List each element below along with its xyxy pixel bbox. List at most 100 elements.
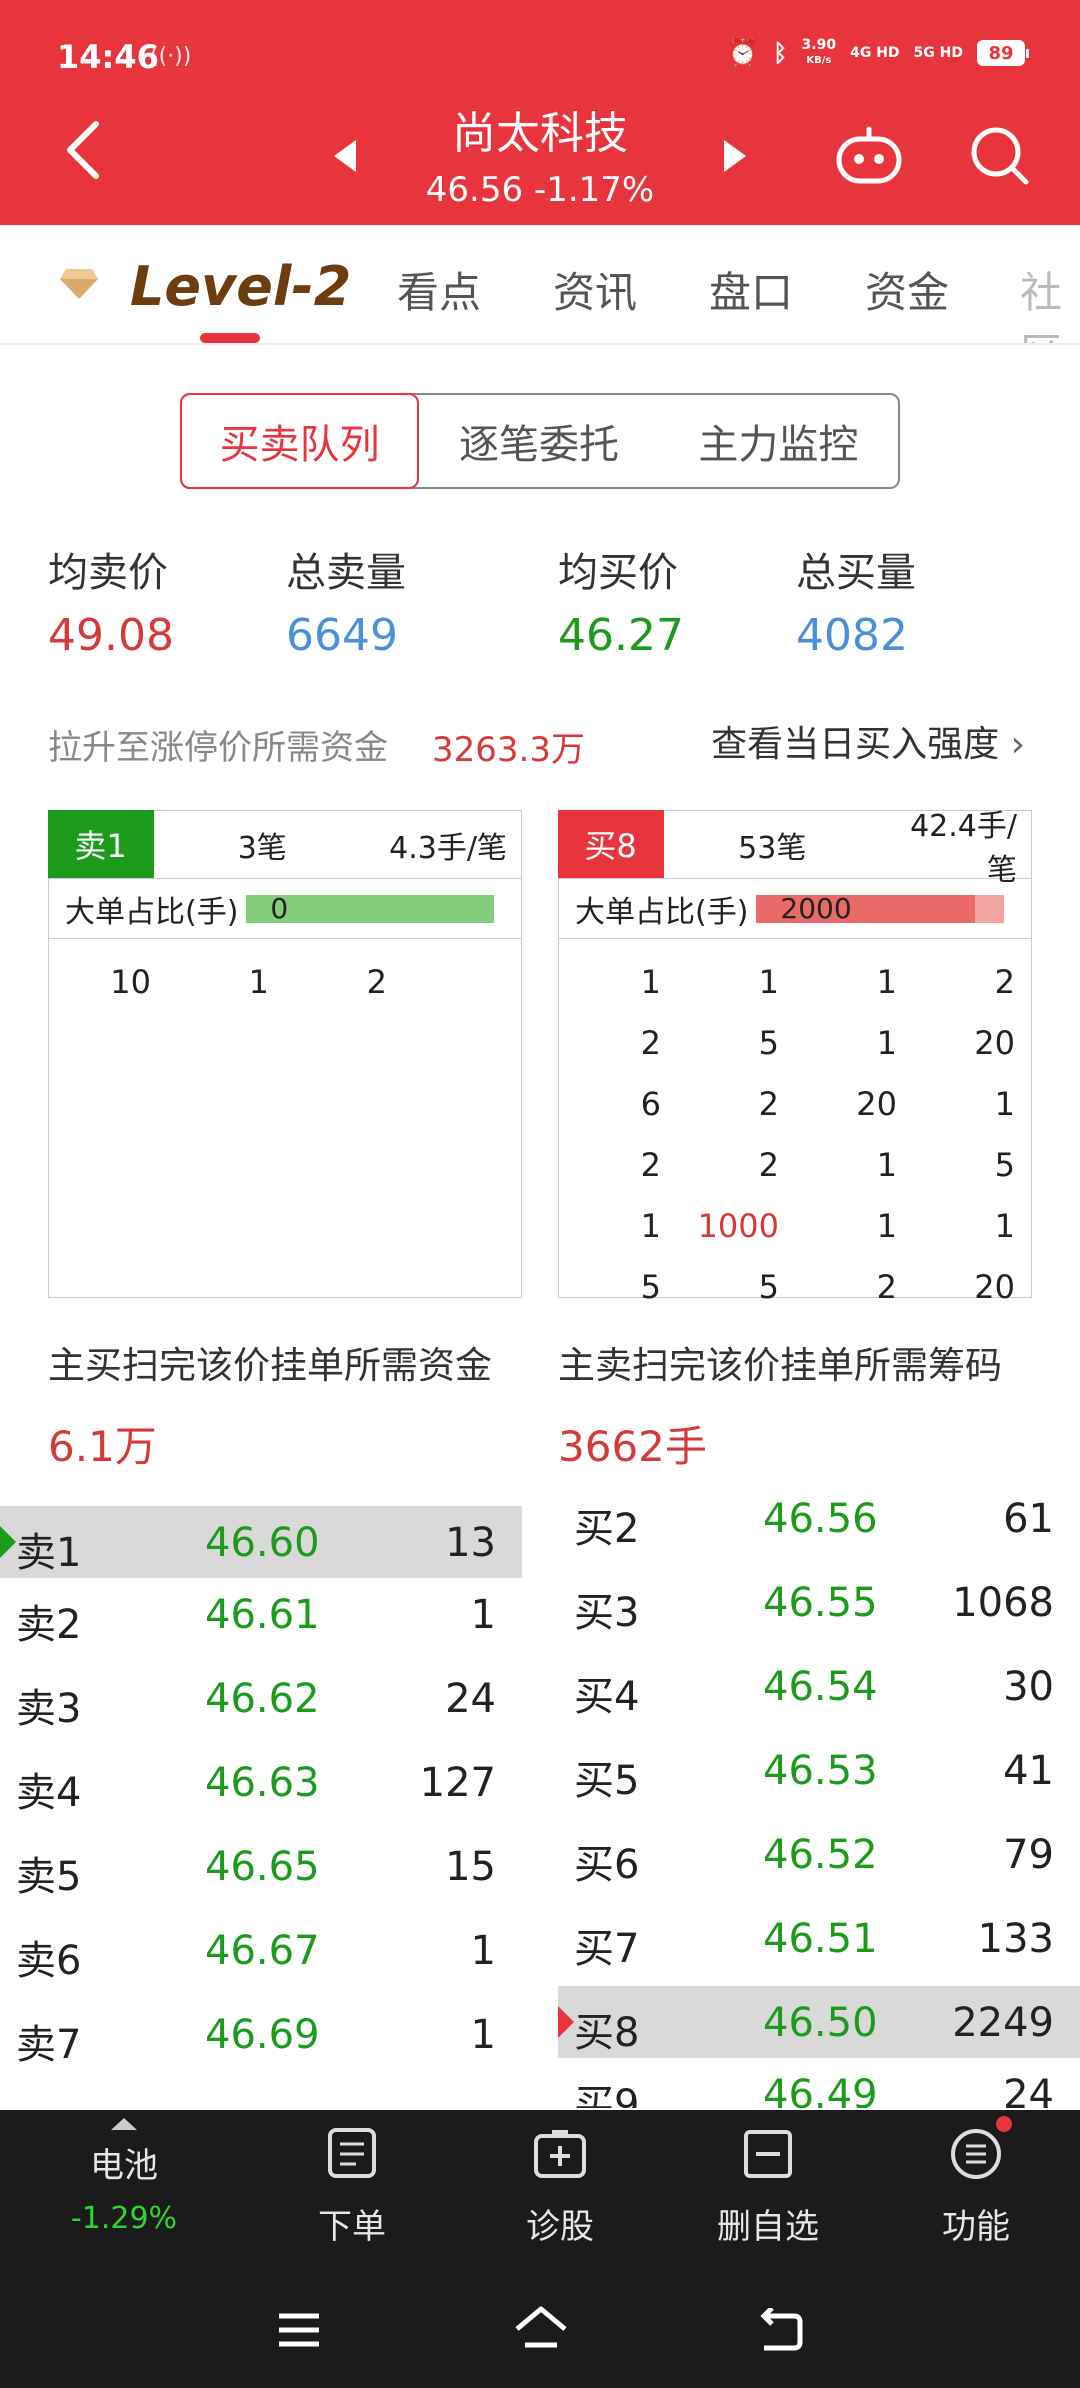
bid-row[interactable]: 买9 46.49 24 <box>558 2058 1080 2108</box>
bid-label: 买5 <box>574 1758 640 1804</box>
sell-queue-avg: 4.3手/笔 <box>389 830 507 866</box>
ask-volume: 24 <box>445 1676 496 1722</box>
avg-buy-value: 46.27 <box>558 610 684 661</box>
back-nav-icon[interactable] <box>756 2308 804 2352</box>
ask-price: 46.61 <box>205 1592 320 1638</box>
ask-price: 46.65 <box>205 1844 320 1890</box>
ask-volume: 1 <box>470 1592 496 1638</box>
ask-price: 46.67 <box>205 1928 320 1974</box>
bid-price: 46.49 <box>763 2072 878 2108</box>
buy-queue-count: 53笔 <box>738 830 807 866</box>
buy-ratio-label: 大单占比(手) <box>575 894 749 930</box>
tab-highlights[interactable]: 看点 <box>397 259 481 320</box>
ask-price: 46.69 <box>205 2012 320 2058</box>
queue-order: 2 <box>758 1145 779 1184</box>
ask-row[interactable]: 卖6 46.67 1 <box>0 1914 522 1998</box>
status-icons: ⏰ ᛒ 3.90 KB/s 4G HD 5G HD 89 <box>726 37 1029 68</box>
bid-price: 46.52 <box>763 1832 878 1878</box>
limit-up-fund-label: 拉升至涨停价所需资金 <box>48 728 388 768</box>
segment-buy-sell-queue[interactable]: 买卖队列 <box>180 393 420 489</box>
bid-price: 46.56 <box>763 1496 878 1542</box>
remove-watchlist-button[interactable]: 删自选 <box>688 2128 848 2248</box>
buy-queue-row: 2 2 1 5 <box>559 1134 1031 1195</box>
total-buy-value: 4082 <box>796 610 908 661</box>
active-tab-indicator <box>200 333 260 343</box>
buy-queue-row: 5 5 2 20 <box>559 1256 1031 1317</box>
queue-order: 1 <box>758 962 779 1001</box>
bid-volume: 1068 <box>952 1580 1054 1626</box>
buy-sweep-fund-label: 主买扫完该价挂单所需资金 <box>48 1344 492 1387</box>
stock-name: 尚太科技 <box>452 108 628 159</box>
remove-icon <box>744 2130 792 2178</box>
ask-row[interactable]: 卖3 46.62 24 <box>0 1662 522 1746</box>
bid-row[interactable]: 买8 46.50 2249 <box>558 1986 1080 2058</box>
caret-up-icon <box>111 2118 137 2130</box>
header: 14:46 ((·)) ⏰ ᛒ 3.90 KB/s 4G HD 5G HD 89 … <box>0 0 1080 225</box>
sell-queue-tag: 卖1 <box>47 809 154 878</box>
bid-row[interactable]: 买7 46.51 133 <box>558 1902 1080 1986</box>
total-buy-label: 总买量 <box>796 550 916 596</box>
queue-order: 2 <box>758 1084 779 1123</box>
bid-label: 买4 <box>574 1674 640 1720</box>
ask-price: 46.63 <box>205 1760 320 1806</box>
queue-order: 10 <box>110 962 151 1001</box>
bid-volume: 24 <box>1003 2072 1054 2108</box>
buy-strength-link[interactable]: 查看当日买入强度 › <box>711 715 1025 767</box>
queue-order: 2 <box>876 1267 897 1306</box>
place-order-button[interactable]: 下单 <box>272 2128 432 2248</box>
diagnose-button[interactable]: 诊股 <box>480 2128 640 2248</box>
queue-order: 1 <box>994 1084 1015 1123</box>
ask-volume: 127 <box>419 1760 496 1806</box>
home-icon[interactable] <box>513 2305 569 2353</box>
bid-row[interactable]: 买2 46.56 61 <box>558 1482 1080 1566</box>
place-order-label: 下单 <box>318 2207 386 2247</box>
ask-label: 卖5 <box>16 1854 82 1900</box>
queue-order: 1 <box>876 1023 897 1062</box>
ask-row[interactable]: 卖4 46.63 127 <box>0 1746 522 1830</box>
queue-order: 1 <box>876 962 897 1001</box>
ask-volume: 1 <box>470 1928 496 1974</box>
queue-segment-control: 买卖队列 逐笔委托 主力监控 <box>180 393 900 489</box>
tab-level2[interactable]: Level-2 <box>130 255 351 318</box>
functions-label: 功能 <box>942 2207 1010 2247</box>
net-speed: 3.90 KB/s <box>801 37 837 66</box>
ask-label: 卖1 <box>16 1530 82 1576</box>
sector-battery-button[interactable]: 电池 -1.29% <box>44 2116 204 2236</box>
bid-row[interactable]: 买6 46.52 79 <box>558 1818 1080 1902</box>
detail-tabs: Level-2 看点 资讯 盘口 资金 社区 <box>0 225 1080 345</box>
queue-order: 2 <box>366 962 387 1001</box>
sell-queue-header: 卖1 3笔 4.3手/笔 <box>47 809 521 879</box>
battery-icon: 89 <box>977 40 1029 66</box>
tab-community[interactable]: 社区 <box>1020 259 1080 343</box>
bid-list: 买2 46.56 61 买3 46.55 1068 买4 46.54 30 买5… <box>558 1482 1080 2108</box>
bid-row[interactable]: 买5 46.53 41 <box>558 1734 1080 1818</box>
alarm-icon: ⏰ <box>726 38 760 68</box>
next-stock-icon[interactable] <box>720 138 750 174</box>
bid-row[interactable]: 买4 46.54 30 <box>558 1650 1080 1734</box>
bid-volume: 79 <box>1003 1832 1054 1878</box>
ask-row[interactable]: 卖1 46.60 13 <box>0 1506 522 1578</box>
segment-tick-orders[interactable]: 逐笔委托 <box>419 395 658 487</box>
tab-funds[interactable]: 资金 <box>865 259 949 320</box>
tab-orderbook[interactable]: 盘口 <box>709 259 793 320</box>
signal-5g: 5G HD <box>913 45 963 61</box>
bid-label: 买7 <box>574 1926 640 1972</box>
bid-row[interactable]: 买3 46.55 1068 <box>558 1566 1080 1650</box>
queue-order: 5 <box>758 1267 779 1306</box>
tab-news[interactable]: 资讯 <box>553 259 637 320</box>
functions-button[interactable]: 功能 <box>896 2116 1056 2248</box>
search-icon[interactable] <box>968 124 1030 186</box>
ask-row[interactable]: 卖5 46.65 15 <box>0 1830 522 1914</box>
ask-row[interactable]: 卖7 46.69 1 <box>0 1998 522 2082</box>
robot-assistant-icon[interactable] <box>834 125 904 185</box>
segment-main-monitor[interactable]: 主力监控 <box>659 395 898 487</box>
queue-order: 20 <box>856 1084 897 1123</box>
bid-price: 46.50 <box>763 2000 878 2046</box>
ask-row[interactable]: 卖2 46.61 1 <box>0 1578 522 1662</box>
queue-order: 2 <box>640 1023 661 1062</box>
ask-volume: 13 <box>445 1520 496 1566</box>
menu-icon[interactable] <box>275 2310 323 2350</box>
status-time: 14:46 <box>57 38 159 76</box>
diagnose-label: 诊股 <box>526 2207 594 2247</box>
buy-sweep-fund-value: 6.1万 <box>48 1422 157 1471</box>
